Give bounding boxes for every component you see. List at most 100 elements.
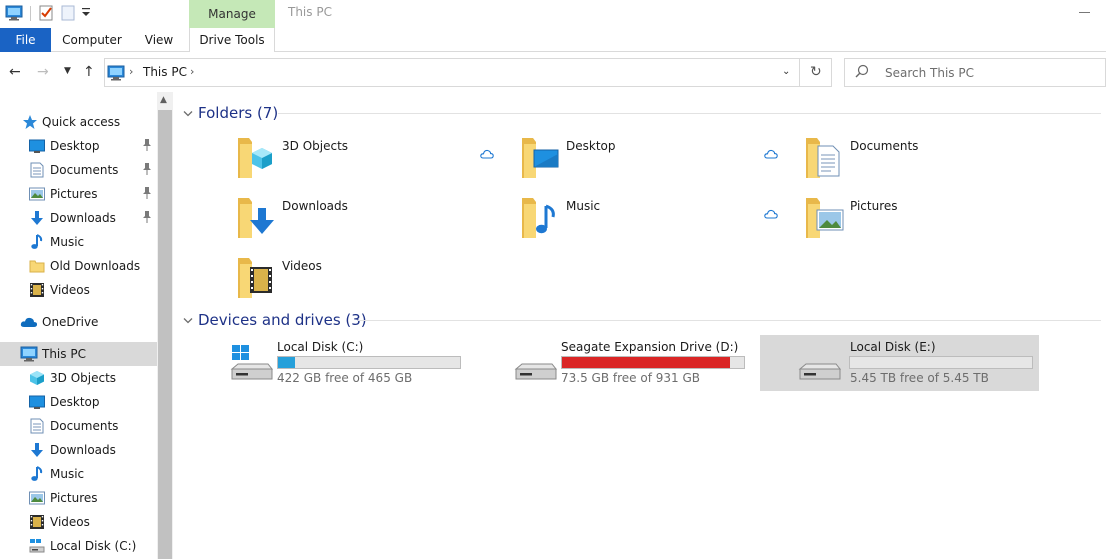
search-input[interactable]: Search This PC (885, 66, 974, 80)
tab-drive-tools[interactable]: Drive Tools (189, 28, 275, 52)
pictures-folder-icon (804, 194, 852, 242)
sidebar-item-pictures[interactable]: Pictures (0, 486, 157, 510)
desktop-icon (29, 394, 45, 410)
documents-icon (29, 162, 45, 178)
computer-icon (20, 346, 38, 362)
sidebar-item-label: Pictures (50, 187, 98, 201)
folder-tile-pictures[interactable]: Pictures (804, 194, 1084, 250)
sidebar-item-desktop-pinned[interactable]: Desktop (0, 134, 157, 158)
sidebar-item-desktop[interactable]: Desktop (0, 390, 157, 414)
address-bar[interactable]: › This PC › ⌄ (104, 58, 800, 87)
folder-tile-videos[interactable]: Videos (236, 254, 516, 310)
sidebar-item-label: Local Disk (C:) (50, 539, 137, 553)
collapse-chevron-icon[interactable] (183, 107, 193, 121)
folder-tile-music[interactable]: Music (520, 194, 800, 250)
file-list-pane: Folders (7) 3D Objects Desktop Documents… (173, 92, 1106, 559)
sidebar-item-downloads-pinned[interactable]: Downloads (0, 206, 157, 230)
sidebar-item-videos[interactable]: Videos (0, 278, 157, 302)
breadcrumb-this-pc[interactable]: This PC (143, 65, 187, 79)
documents-icon (29, 418, 45, 434)
breadcrumb-chevron-icon[interactable]: › (129, 65, 133, 78)
properties-icon[interactable] (38, 5, 54, 24)
recent-locations-chevron-icon[interactable]: ▼ (64, 66, 71, 76)
sidebar-item-label: Old Downloads (50, 259, 141, 273)
manage-contextual-tab[interactable]: Manage (189, 0, 275, 29)
tab-computer[interactable]: Computer (58, 28, 126, 52)
sidebar-item-label: Music (50, 235, 85, 249)
search-box[interactable]: Search This PC (844, 58, 1106, 87)
sidebar-item-music[interactable]: Music (0, 462, 157, 486)
folder-tile-3d-objects[interactable]: 3D Objects (236, 134, 516, 190)
drive-free-space: 5.45 TB free of 5.45 TB (850, 371, 989, 385)
onedrive-cloud-icon (20, 314, 38, 330)
folder-label: 3D Objects (282, 139, 349, 153)
pin-icon[interactable] (142, 162, 152, 179)
toolbar-divider (30, 6, 31, 21)
new-folder-icon[interactable] (61, 5, 75, 24)
breadcrumb-chevron-icon[interactable]: › (190, 65, 194, 78)
computer-icon[interactable] (5, 5, 23, 24)
drive-tile-e[interactable]: Local Disk (E:) 5.45 TB free of 5.45 TB (760, 335, 1039, 391)
sidebar-item-local-disk-c[interactable]: Local Disk (C:) (0, 534, 157, 558)
drive-tile-d[interactable]: Seagate Expansion Drive (D:) 73.5 GB fre… (512, 335, 792, 391)
downloads-folder-icon (236, 194, 284, 242)
sidebar-item-onedrive[interactable]: OneDrive (0, 310, 157, 334)
navigation-pane-scrollbar[interactable]: ▲ (157, 92, 173, 559)
pin-icon[interactable] (142, 210, 152, 227)
folder-tile-documents[interactable]: Documents (804, 134, 1084, 190)
videos-folder-icon (236, 254, 284, 302)
folders-group-header[interactable]: Folders (7) (183, 101, 1101, 125)
folder-tile-desktop[interactable]: Desktop (520, 134, 800, 190)
customize-toolbar-icon[interactable] (81, 6, 91, 21)
sidebar-item-label: This PC (42, 347, 86, 361)
music-icon (29, 234, 45, 250)
sidebar-item-3d-objects[interactable]: 3D Objects (0, 366, 157, 390)
up-arrow-icon[interactable]: ↑ (83, 64, 95, 80)
sidebar-item-this-pc[interactable]: This PC (0, 342, 157, 366)
back-arrow-icon[interactable]: ← (9, 64, 21, 80)
address-dropdown-icon[interactable]: ⌄ (782, 66, 790, 77)
folder-label: Videos (282, 259, 322, 273)
3d-objects-icon (29, 370, 45, 386)
collapse-chevron-icon[interactable] (183, 314, 193, 328)
folder-tile-downloads[interactable]: Downloads (236, 194, 516, 250)
pin-icon[interactable] (142, 138, 152, 155)
folder-icon (29, 258, 45, 274)
window-title: This PC (288, 5, 332, 19)
drive-label: Seagate Expansion Drive (D:) (561, 340, 739, 354)
hard-drive-icon (796, 343, 844, 383)
windows-drive-icon (228, 343, 276, 383)
navigation-pane: Quick access Desktop Documents Pictures … (0, 92, 173, 559)
scrollbar-thumb[interactable] (158, 110, 172, 559)
sidebar-item-pictures-pinned[interactable]: Pictures (0, 182, 157, 206)
drive-tile-c[interactable]: Local Disk (C:) 422 GB free of 465 GB (228, 335, 508, 391)
navigation-bar: ← → ▼ ↑ › This PC › ⌄ ↻ Search This PC (0, 52, 1106, 92)
folder-label: Downloads (282, 199, 348, 213)
sidebar-item-documents[interactable]: Documents (0, 414, 157, 438)
tab-file[interactable]: File (0, 28, 51, 52)
group-divider (278, 113, 1101, 114)
pin-icon[interactable] (142, 186, 152, 203)
group-divider (358, 320, 1101, 321)
sidebar-item-documents-pinned[interactable]: Documents (0, 158, 157, 182)
forward-arrow-icon[interactable]: → (37, 64, 49, 80)
tab-view[interactable]: View (132, 28, 186, 52)
capacity-bar (849, 356, 1033, 369)
windows-drive-icon (29, 538, 45, 554)
sidebar-item-downloads[interactable]: Downloads (0, 438, 157, 462)
sidebar-item-quick-access[interactable]: Quick access (0, 110, 157, 134)
capacity-bar-fill (562, 357, 730, 368)
pictures-icon (29, 490, 45, 506)
cloud-sync-icon (764, 148, 778, 162)
sidebar-item-music[interactable]: Music (0, 230, 157, 254)
minimize-button[interactable] (1079, 12, 1090, 13)
folder-label: Music (566, 199, 601, 213)
refresh-button[interactable]: ↻ (800, 58, 832, 87)
search-icon (855, 64, 869, 81)
sidebar-item-videos[interactable]: Videos (0, 510, 157, 534)
ribbon-tab-bar: File Computer View Drive Tools (0, 28, 1106, 52)
folder-label: Desktop (566, 139, 616, 153)
scroll-up-arrow-icon[interactable]: ▲ (160, 95, 167, 105)
sidebar-item-old-downloads[interactable]: Old Downloads (0, 254, 157, 278)
devices-group-header[interactable]: Devices and drives (3) (183, 308, 1101, 332)
